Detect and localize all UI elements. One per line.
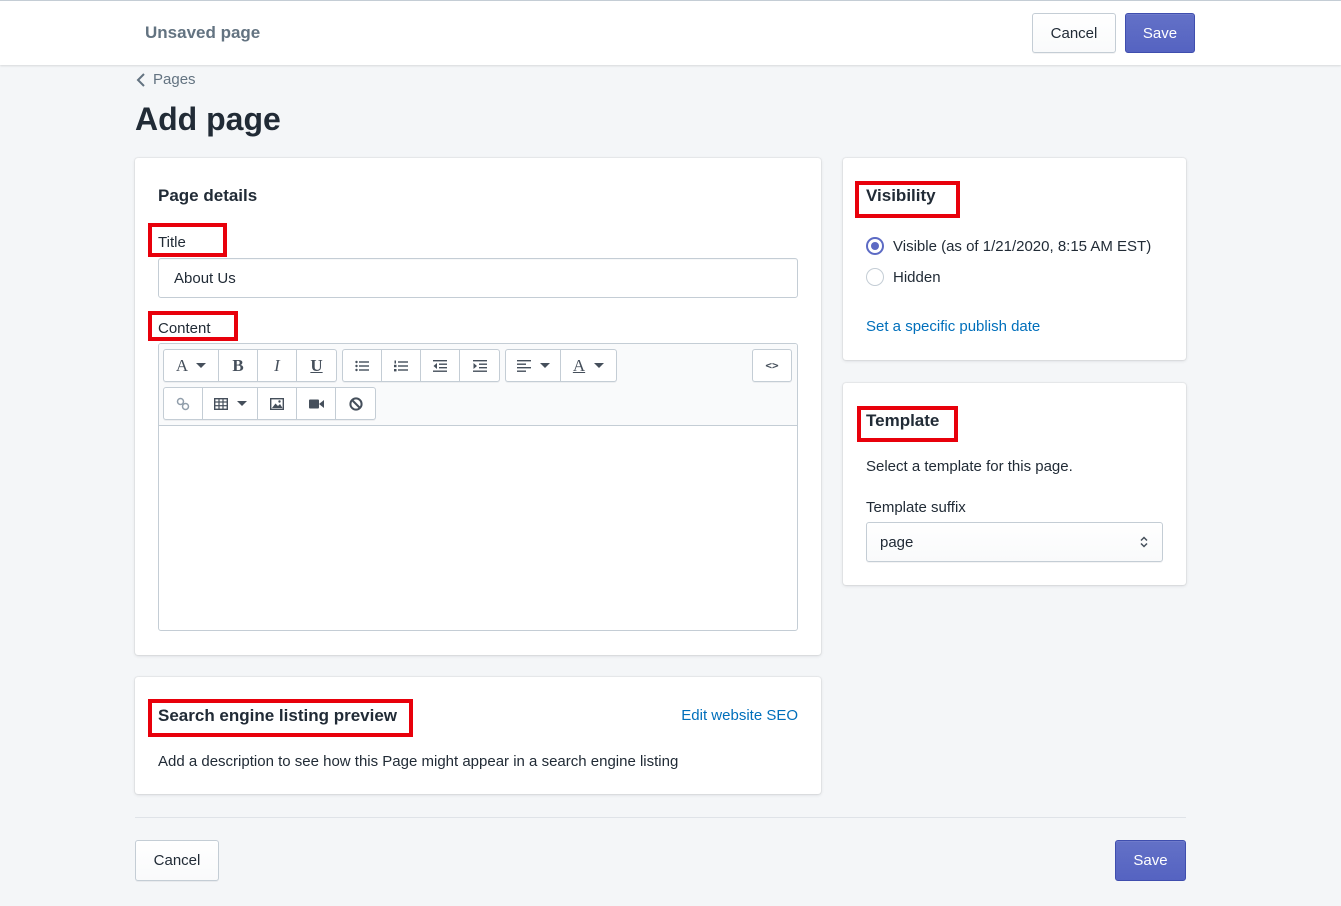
editor-content-area[interactable] (159, 426, 797, 630)
numbered-list-button[interactable] (382, 350, 421, 381)
video-button[interactable] (297, 388, 336, 419)
edit-website-seo-link[interactable]: Edit website SEO (681, 707, 798, 724)
table-button[interactable] (203, 388, 258, 419)
underline-icon: U (310, 355, 323, 375)
template-suffix-label: Template suffix (866, 499, 966, 516)
title-label: Title (158, 234, 186, 251)
footer-save-button[interactable]: Save (1115, 840, 1186, 881)
list-group (342, 349, 500, 382)
insert-group (163, 387, 376, 420)
visible-radio[interactable] (866, 237, 884, 255)
template-suffix-select[interactable]: page (866, 522, 1163, 562)
bold-button[interactable]: B (219, 350, 258, 381)
text-color-icon: A (572, 355, 586, 375)
hidden-radio-option[interactable]: Hidden (866, 268, 941, 286)
visible-radio-option[interactable]: Visible (as of 1/21/2020, 8:15 AM EST) (866, 237, 1151, 255)
align-button[interactable] (506, 350, 561, 381)
page-title: Add page (135, 101, 281, 137)
bold-icon: B (232, 355, 244, 375)
link-icon (176, 397, 190, 410)
set-publish-date-link[interactable]: Set a specific publish date (866, 318, 1040, 335)
font-format-button[interactable]: A (164, 350, 219, 381)
caret-down-icon (196, 363, 207, 368)
template-suffix-value: page (880, 533, 914, 551)
align-color-group: A (505, 349, 617, 382)
bullet-list-button[interactable] (343, 350, 382, 381)
chevron-left-icon (136, 72, 145, 87)
footer-cancel-button[interactable]: Cancel (135, 840, 219, 881)
visibility-card: Visibility Visible (as of 1/21/2020, 8:1… (843, 158, 1186, 360)
breadcrumb[interactable]: Pages (135, 71, 196, 88)
template-card: Template Select a template for this page… (843, 383, 1186, 585)
text-color-button[interactable]: A (561, 350, 616, 381)
indent-icon (472, 359, 487, 372)
indent-button[interactable] (460, 350, 499, 381)
seo-description: Add a description to see how this Page m… (158, 753, 679, 770)
top-cancel-button[interactable]: Cancel (1032, 13, 1116, 53)
html-source-icon: <> (765, 359, 779, 372)
image-button[interactable] (258, 388, 297, 419)
seo-card: Search engine listing preview Edit websi… (135, 677, 821, 794)
visible-radio-label: Visible (as of 1/21/2020, 8:15 AM EST) (893, 237, 1152, 255)
breadcrumb-pages-link[interactable]: Pages (153, 71, 196, 88)
font-format-icon: A (175, 355, 189, 375)
top-bar: Unsaved page Cancel Save (0, 0, 1341, 65)
hidden-radio[interactable] (866, 268, 884, 286)
outdent-button[interactable] (421, 350, 460, 381)
rich-text-editor: A B I U A <> (158, 343, 798, 631)
link-button[interactable] (164, 388, 203, 419)
unsaved-page-title: Unsaved page (145, 23, 261, 42)
outdent-icon (433, 359, 447, 372)
numbered-list-icon (394, 360, 408, 371)
footer-divider (135, 817, 1186, 818)
caret-down-icon (539, 363, 550, 368)
clear-formatting-button[interactable] (336, 388, 375, 419)
source-group: <> (752, 349, 792, 382)
template-description: Select a template for this page. (866, 458, 1073, 475)
hidden-radio-label: Hidden (893, 268, 941, 286)
caret-down-icon (594, 363, 605, 368)
page-details-heading: Page details (158, 186, 258, 205)
editor-toolbar: A B I U A <> (159, 344, 797, 426)
top-save-button[interactable]: Save (1125, 13, 1195, 53)
image-icon (270, 397, 284, 410)
align-left-icon (516, 359, 531, 372)
select-arrows-icon (1140, 536, 1148, 548)
underline-button[interactable]: U (297, 350, 336, 381)
italic-icon: I (274, 355, 280, 375)
visibility-heading: Visibility (866, 186, 936, 205)
seo-heading: Search engine listing preview (158, 706, 398, 725)
content-label: Content (158, 320, 211, 337)
table-icon (213, 397, 228, 410)
html-source-button[interactable]: <> (753, 350, 791, 381)
bullet-list-icon (355, 360, 369, 371)
format-group: A B I U (163, 349, 337, 382)
italic-button[interactable]: I (258, 350, 297, 381)
video-icon (308, 399, 324, 408)
template-heading: Template (866, 411, 940, 430)
page-details-card: Page details Title About Us Content A B … (135, 158, 821, 655)
clear-formatting-icon (348, 396, 363, 411)
title-input[interactable]: About Us (158, 258, 798, 298)
caret-down-icon (236, 401, 247, 406)
